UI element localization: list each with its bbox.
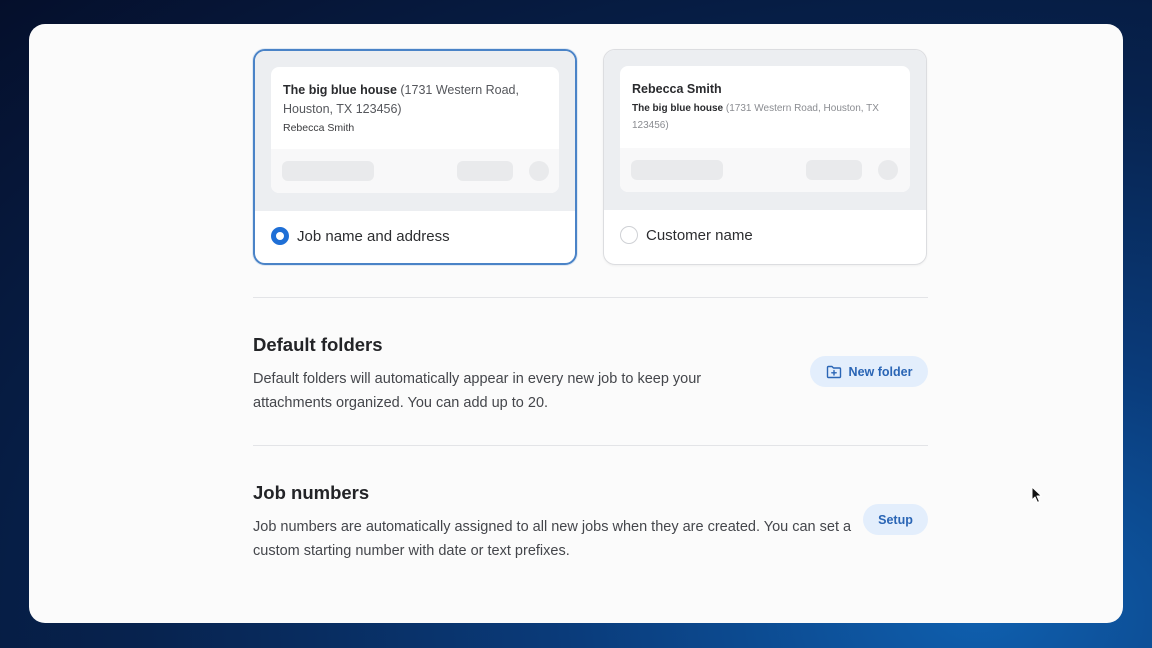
option-radio-row[interactable]: Job name and address [271, 227, 450, 245]
default-folders-description: Default folders will automatically appea… [253, 371, 702, 411]
setup-button[interactable]: Setup [863, 504, 928, 535]
new-folder-button[interactable]: New folder [810, 356, 928, 387]
preview-title-text: The big blue house [283, 83, 397, 97]
card-preview: The big blue house (1731 Western Road, H… [255, 51, 575, 211]
preview-card-footer [620, 148, 910, 192]
new-folder-button-label: New folder [848, 364, 913, 379]
placeholder-bar [806, 160, 862, 180]
section-divider [253, 297, 928, 298]
mouse-pointer-icon [1031, 486, 1042, 503]
placeholder-circle [878, 160, 898, 180]
option-card-job-name-and-address[interactable]: The big blue house (1731 Western Road, H… [253, 49, 577, 265]
preview-card-footer [271, 149, 559, 193]
job-numbers-description: Job numbers are automatically assigned t… [253, 519, 852, 559]
settings-window: The big blue house (1731 Western Road, H… [29, 24, 1123, 623]
job-numbers-title: Job numbers [253, 482, 370, 503]
section-divider [253, 445, 928, 446]
option-radio-row[interactable]: Customer name [620, 226, 753, 244]
folder-plus-icon [826, 365, 841, 378]
option-label: Job name and address [297, 227, 450, 245]
option-label: Customer name [646, 226, 753, 244]
preview-job-line: The big blue house (1731 Western Road, H… [632, 100, 898, 134]
settings-content: The big blue house (1731 Western Road, H… [253, 24, 928, 623]
placeholder-bar [282, 161, 374, 181]
preview-job-card: Rebecca Smith The big blue house (1731 W… [620, 66, 910, 192]
setup-button-label: Setup [878, 512, 913, 527]
preview-job-text: The big blue house [632, 103, 724, 114]
placeholder-bar [457, 161, 513, 181]
radio-selected-icon[interactable] [271, 227, 289, 245]
radio-unselected-icon[interactable] [620, 226, 638, 244]
default-folders-title: Default folders [253, 334, 383, 355]
placeholder-circle [529, 161, 549, 181]
preview-job-title: The big blue house (1731 Western Road, H… [283, 81, 547, 119]
preview-person-text: Rebecca Smith [283, 122, 355, 134]
option-card-customer-name[interactable]: Rebecca Smith The big blue house (1731 W… [603, 49, 927, 265]
card-preview: Rebecca Smith The big blue house (1731 W… [604, 50, 926, 210]
preview-job-card: The big blue house (1731 Western Road, H… [271, 67, 559, 193]
placeholder-bar [631, 160, 723, 180]
preview-title-text: Rebecca Smith [632, 82, 722, 96]
